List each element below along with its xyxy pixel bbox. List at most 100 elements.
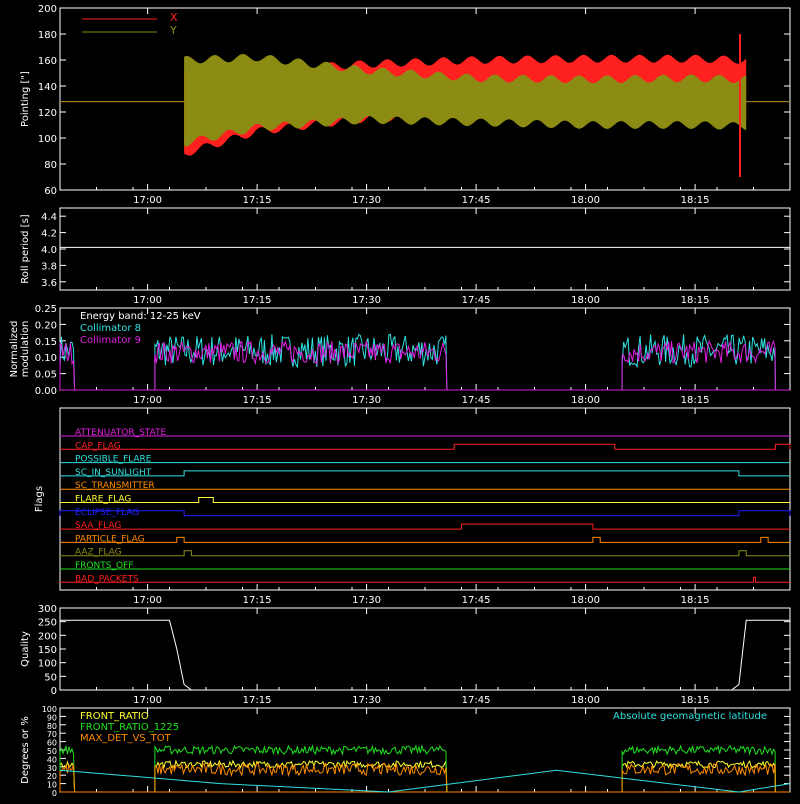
panel-border	[59, 407, 791, 591]
y-tick-label: 90	[47, 713, 57, 722]
y-tick-label: 10	[47, 781, 57, 790]
legend-label: Collimator 8	[80, 323, 141, 334]
y-tick-label: 0.20	[35, 320, 57, 331]
y-tick-label: 120	[38, 108, 57, 119]
x-tick-label: 17:45	[462, 695, 491, 706]
flag-trace	[60, 443, 791, 450]
legend-label: FRONT_RATIO	[80, 711, 149, 722]
y-tick-label: 250	[38, 618, 57, 629]
y-tick-label: 3.8	[41, 261, 57, 272]
panel-frame: 17:00 17:15 17:30 17:45 18:00 18:15	[59, 407, 791, 606]
x-tick-label: 17:15	[243, 595, 272, 606]
y-axis-label: Pointing ["]	[20, 71, 31, 127]
x-tick-label: 17:00	[133, 195, 162, 206]
y-tick-label: 300	[38, 604, 57, 615]
x-tick-label: 17:15	[243, 295, 272, 306]
flag-trace	[60, 470, 790, 477]
series-line	[59, 769, 791, 793]
y-axis-label: Normalized	[9, 321, 20, 378]
y-axis-label: modulation	[20, 321, 31, 378]
x-tick-label: 17:45	[462, 295, 491, 306]
x-tick-label: 18:00	[571, 695, 600, 706]
x-tick-label: 17:30	[352, 395, 381, 406]
y-tick-label: 40	[47, 755, 57, 764]
flag-trace	[60, 536, 790, 543]
y-axis-label: Roll period [s]	[20, 214, 31, 283]
quicklook-plot: 17:00 17:15 17:30 17:45 18:00 18:15 Pointing […	[9, 4, 791, 798]
x-tick-label: 17:00	[133, 395, 162, 406]
x-tick-label: 17:00	[133, 595, 162, 606]
x-tick-label: 18:00	[571, 195, 600, 206]
x-tick-label: 18:00	[571, 295, 600, 306]
legend-label-y: Y	[169, 24, 177, 37]
y-tick-label: 140	[38, 82, 57, 93]
flag-trace	[60, 550, 790, 557]
flag-trace	[59, 510, 791, 517]
y-tick-label: 80	[47, 722, 57, 731]
y-tick-label: 20	[47, 772, 57, 781]
x-tick-label: 17:45	[462, 595, 491, 606]
x-tick-label: 17:00	[133, 695, 162, 706]
panel-frame: 17:00 17:15 17:30 17:45 18:00 18:15	[59, 607, 791, 706]
y-tick-label: 3.6	[41, 278, 57, 289]
x-tick-label: 17:00	[133, 295, 162, 306]
y-axis-label: Degrees or %	[20, 716, 31, 784]
x-tick-label: 17:45	[462, 395, 491, 406]
x-tick-label: 18:15	[681, 695, 710, 706]
y-tick-label: 4.4	[41, 212, 57, 223]
legend-label: FRONT_RATIO_1225	[80, 722, 179, 733]
quality-line	[60, 619, 790, 691]
y-tick-label: 0.05	[35, 370, 57, 381]
y-axis-label: Quality	[20, 631, 31, 667]
x-tick-label: 18:15	[681, 395, 710, 406]
x-tick-label: 18:00	[571, 395, 600, 406]
y-tick-label: 80	[44, 160, 57, 171]
x-tick-label: 18:00	[571, 595, 600, 606]
y-tick-label: 180	[38, 30, 57, 41]
x-tick-label: 18:15	[681, 195, 710, 206]
y-tick-label: 200	[38, 631, 57, 642]
flag-trace	[60, 576, 790, 583]
x-tick-label: 17:45	[462, 195, 491, 206]
y-tick-label: 100	[38, 659, 57, 670]
y-tick-label: 100	[42, 705, 57, 714]
y-tick-label: 150	[38, 645, 57, 656]
y-axis-label: Flags	[34, 486, 45, 512]
y-tick-label: 60	[44, 186, 57, 197]
y-tick-label: 60	[47, 739, 57, 748]
x-tick-label: 17:30	[352, 695, 381, 706]
y-tick-label: 0.25	[35, 304, 57, 315]
y-tick-label: 50	[44, 672, 57, 683]
flag-name: ECLIPSE_FLAG	[75, 508, 139, 518]
flag-trace	[60, 497, 790, 503]
y-tick-label: 0.10	[35, 353, 57, 364]
y-tick-label: 0	[51, 686, 57, 697]
legend-label: MAX_DET_VS_TOT	[80, 733, 172, 744]
x-tick-label: 17:30	[352, 195, 381, 206]
y-tick-label: 0.15	[35, 337, 57, 348]
flag-trace	[60, 523, 790, 530]
x-tick-label: 17:15	[243, 695, 272, 706]
rhessi-quicklook-stack: 17:00 17:15 17:30 17:45 18:00 18:15 Pointing […	[0, 0, 800, 800]
geomagnetic-latitude-label: Absolute geomagnetic latitude	[613, 711, 767, 722]
energy-band-label: Energy band: 12-25 keV	[80, 311, 201, 322]
y-tick-label: 4.2	[41, 229, 57, 240]
x-tick-label: 18:15	[681, 295, 710, 306]
panel-border	[59, 207, 791, 291]
x-tick-label: 17:30	[352, 295, 381, 306]
y-tick-label: 200	[38, 4, 57, 15]
y-tick-label: 30	[47, 764, 57, 773]
y-tick-label: 70	[47, 730, 57, 739]
y-tick-label: 160	[38, 56, 57, 67]
panel-frame: 17:00 17:15 17:30 17:45 18:00 18:15	[59, 207, 791, 306]
x-tick-label: 17:30	[352, 595, 381, 606]
y-tick-label: 0	[52, 789, 57, 798]
y-tick-label: 4.0	[41, 245, 57, 256]
x-tick-label: 17:15	[243, 195, 272, 206]
y-tick-label: 0.00	[35, 386, 57, 397]
series-trace	[59, 759, 776, 793]
y-tick-label: 50	[47, 747, 57, 756]
x-tick-label: 18:15	[681, 595, 710, 606]
legend-label-x: X	[170, 11, 178, 24]
y-tick-label: 100	[38, 134, 57, 145]
